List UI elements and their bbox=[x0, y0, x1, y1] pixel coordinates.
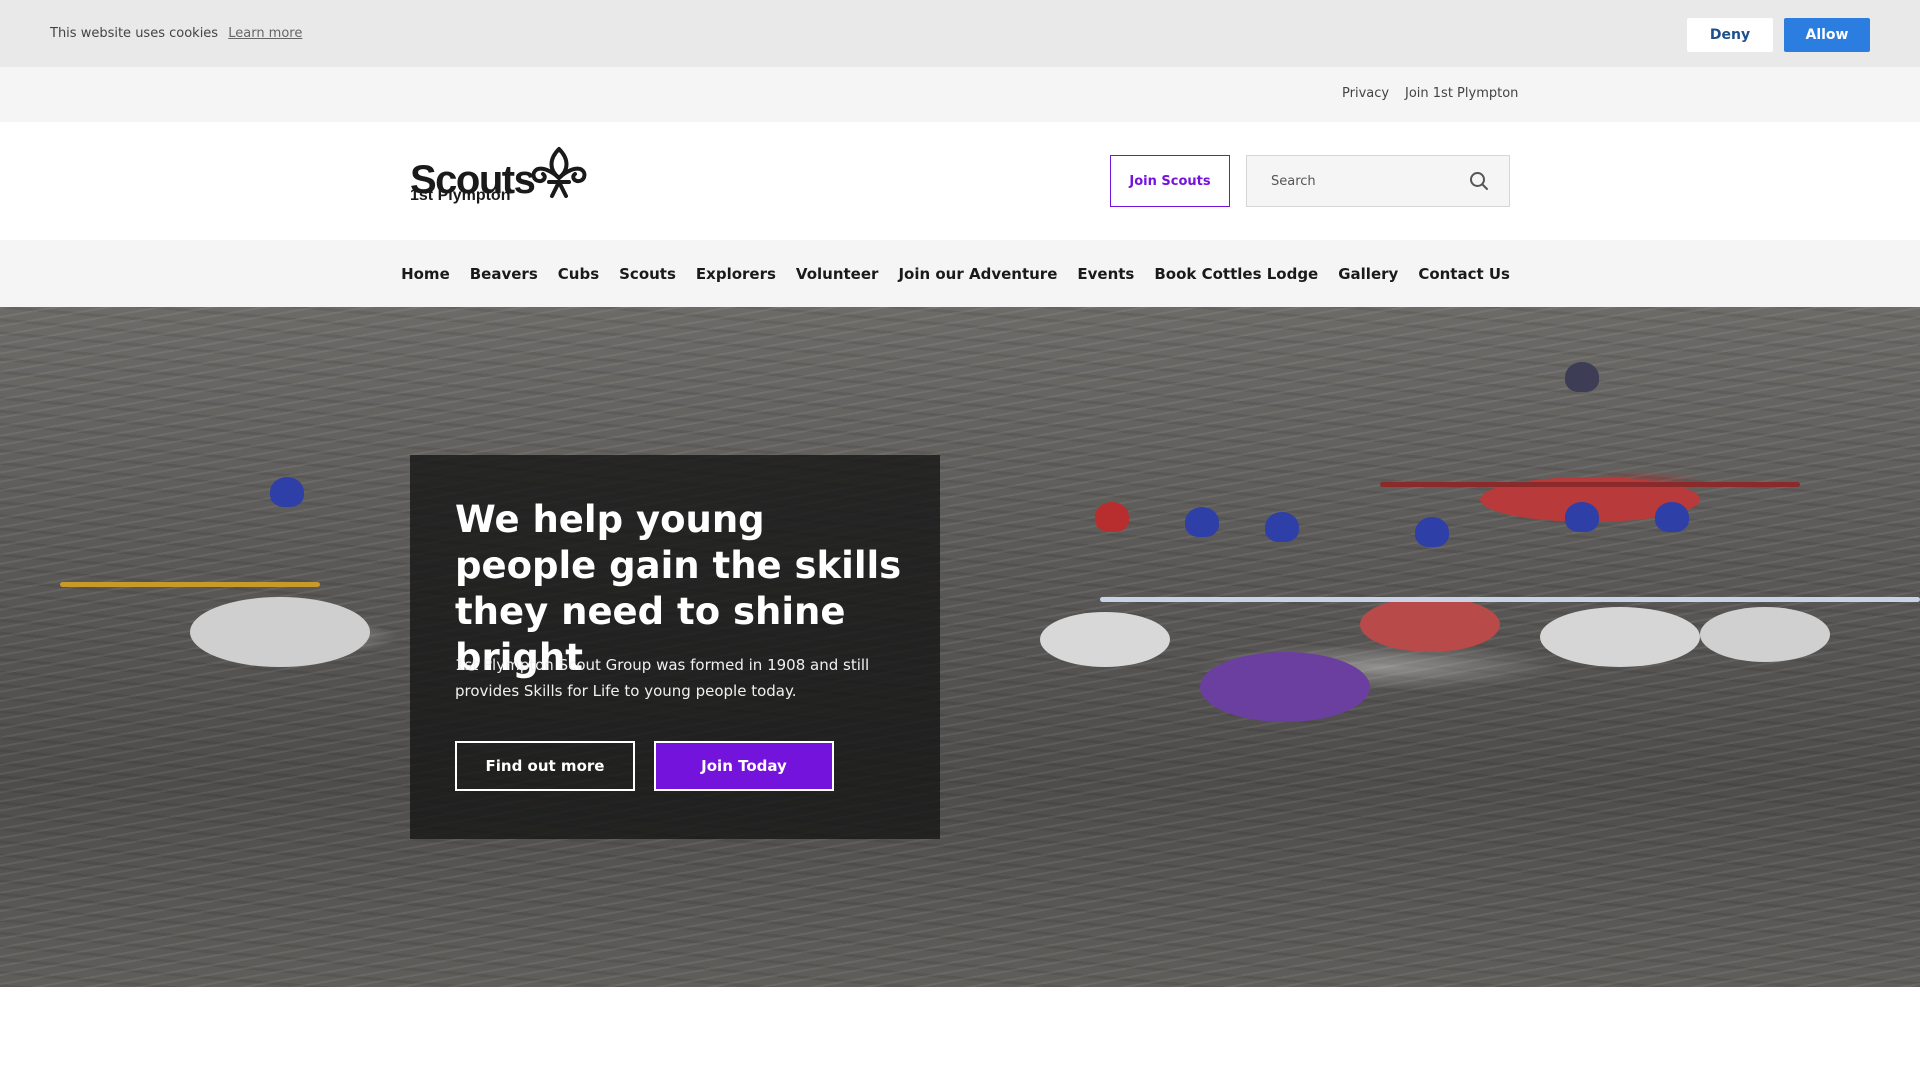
nav-item-join-our-adventure[interactable]: Join our Adventure bbox=[898, 265, 1057, 283]
join-today-button[interactable]: Join Today bbox=[654, 741, 834, 791]
helmet-shape bbox=[270, 477, 304, 507]
cookie-allow-button[interactable]: Allow bbox=[1784, 18, 1870, 52]
nav-item-explorers[interactable]: Explorers bbox=[696, 265, 776, 283]
main-nav: Home Beavers Cubs Scouts Explorers Volun… bbox=[0, 240, 1920, 307]
logo-group-name: 1st Plympton bbox=[410, 187, 511, 204]
nav-item-gallery[interactable]: Gallery bbox=[1338, 265, 1398, 283]
scouts-logo[interactable]: Scouts 1st Plympton bbox=[409, 144, 599, 224]
helmet-shape bbox=[1565, 362, 1599, 392]
helmet-shape bbox=[1095, 502, 1129, 532]
kayak-shape bbox=[1700, 607, 1830, 662]
search-box bbox=[1246, 155, 1510, 207]
site-header: Scouts 1st Plympton Join Scouts bbox=[0, 122, 1920, 240]
join-plympton-link[interactable]: Join 1st Plympton bbox=[1405, 86, 1518, 101]
kayak-shape bbox=[1540, 607, 1700, 667]
cookie-learn-more-link[interactable]: Learn more bbox=[228, 26, 302, 41]
privacy-link[interactable]: Privacy bbox=[1342, 86, 1389, 101]
helmet-shape bbox=[1185, 507, 1219, 537]
nav-item-beavers[interactable]: Beavers bbox=[470, 265, 538, 283]
nav-item-volunteer[interactable]: Volunteer bbox=[796, 265, 879, 283]
helmet-shape bbox=[1655, 502, 1689, 532]
paddle-shape bbox=[60, 582, 320, 587]
kayak-shape bbox=[1200, 652, 1370, 722]
search-input[interactable] bbox=[1247, 156, 1457, 206]
nav-item-events[interactable]: Events bbox=[1077, 265, 1134, 283]
cookie-message: This website uses cookies Learn more bbox=[50, 26, 302, 41]
search-icon[interactable] bbox=[1468, 170, 1490, 192]
cookie-deny-button[interactable]: Deny bbox=[1687, 18, 1773, 52]
paddle-shape bbox=[1100, 597, 1920, 602]
find-out-more-button[interactable]: Find out more bbox=[455, 741, 635, 791]
nav-item-book-cottles-lodge[interactable]: Book Cottles Lodge bbox=[1154, 265, 1318, 283]
fleur-de-lis-icon bbox=[531, 147, 587, 198]
hero-card: We help young people gain the skills the… bbox=[410, 455, 940, 839]
cookie-bar: This website uses cookies Learn more Den… bbox=[0, 0, 1920, 67]
paddle-shape bbox=[1380, 482, 1800, 487]
nav-item-contact-us[interactable]: Contact Us bbox=[1418, 265, 1510, 283]
hero-description: 1st Plympton Scout Group was formed in 1… bbox=[455, 656, 870, 700]
nav-item-scouts[interactable]: Scouts bbox=[619, 265, 676, 283]
nav-item-cubs[interactable]: Cubs bbox=[558, 265, 599, 283]
hero-banner: We help young people gain the skills the… bbox=[0, 307, 1920, 987]
helmet-shape bbox=[1265, 512, 1299, 542]
join-scouts-button[interactable]: Join Scouts bbox=[1110, 155, 1230, 207]
nav-list: Home Beavers Cubs Scouts Explorers Volun… bbox=[401, 240, 1510, 307]
helmet-shape bbox=[1565, 502, 1599, 532]
kayak-shape bbox=[1360, 597, 1500, 652]
nav-item-home[interactable]: Home bbox=[401, 265, 450, 283]
kayak-shape bbox=[1040, 612, 1170, 667]
kayak-shape bbox=[190, 597, 370, 667]
cookie-message-text: This website uses cookies bbox=[50, 26, 219, 41]
helmet-shape bbox=[1415, 517, 1449, 547]
utility-bar: Privacy Join 1st Plympton bbox=[0, 67, 1920, 122]
